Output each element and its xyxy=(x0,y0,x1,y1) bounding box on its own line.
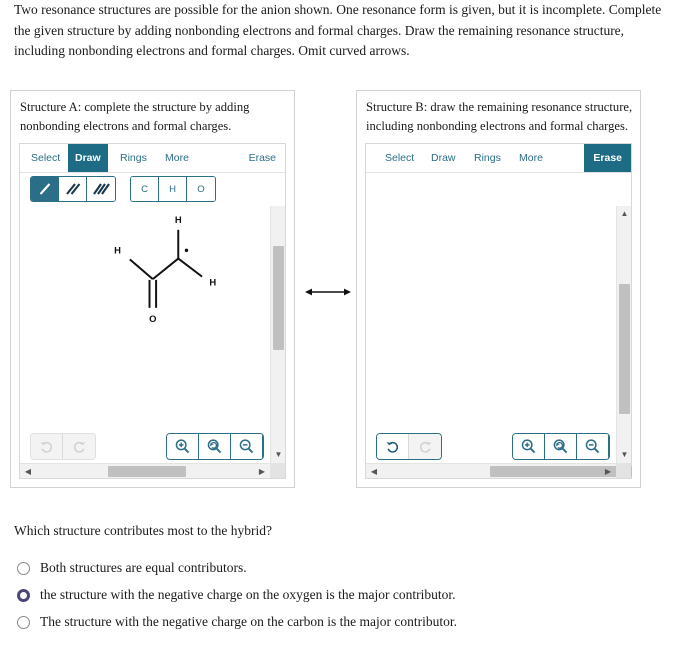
scroll-left-arrow-a[interactable]: ◀ xyxy=(22,464,34,479)
zoom-group-b xyxy=(512,433,610,460)
scroll-right-arrow-a[interactable]: ▶ xyxy=(256,464,268,479)
zoom-in-icon xyxy=(175,439,190,454)
structure-a-canvas[interactable]: H H H O xyxy=(20,206,270,431)
zoom-reset-button-b[interactable] xyxy=(545,434,577,459)
radio-option-oxygen[interactable] xyxy=(17,588,30,602)
question-prompt: Two resonance structures are possible fo… xyxy=(14,2,662,58)
resonance-arrow xyxy=(303,281,353,303)
menu-more-b[interactable]: More xyxy=(512,144,550,172)
option-row-oxygen[interactable]: the structure with the negative charge o… xyxy=(17,584,456,606)
double-bond-tool-a[interactable] xyxy=(59,177,87,201)
structure-a-vscrollbar[interactable]: ▼ xyxy=(270,206,285,463)
structure-a-hscrollbar[interactable]: ◀ ▶ xyxy=(20,463,270,478)
menu-erase-b[interactable]: Erase xyxy=(584,144,631,172)
undo-button-a[interactable] xyxy=(31,434,63,459)
menu-rings-b[interactable]: Rings xyxy=(467,144,508,172)
atom-label-h-right: H xyxy=(209,278,216,289)
redo-icon xyxy=(419,441,431,453)
structure-b-menubar: Select Draw Rings More Erase xyxy=(366,144,631,173)
element-tool-o-a[interactable]: O xyxy=(187,177,215,201)
option-label-equal: Both structures are equal contributors. xyxy=(40,560,247,575)
menu-draw-b[interactable]: Draw xyxy=(424,144,463,172)
scroll-down-arrow-b[interactable]: ▼ xyxy=(617,449,632,461)
zoom-reset-button-a[interactable] xyxy=(199,434,231,459)
option-label-oxygen: the structure with the negative charge o… xyxy=(40,587,456,602)
scroll-right-arrow-b[interactable]: ▶ xyxy=(602,464,614,479)
triple-bond-tool-a[interactable] xyxy=(87,177,115,201)
structure-b-hscrollbar[interactable]: ◀ ▶ xyxy=(366,463,632,479)
hscroll-thumb-a[interactable] xyxy=(108,466,186,477)
zoom-out-button-b[interactable] xyxy=(577,434,609,459)
scroll-up-arrow-b[interactable]: ▲ xyxy=(617,208,632,220)
redo-icon xyxy=(73,441,85,453)
zoom-in-button-b[interactable] xyxy=(513,434,545,459)
scroll-left-arrow-b[interactable]: ◀ xyxy=(368,464,380,479)
structure-a-menubar: Select Draw Rings More Erase xyxy=(20,144,285,173)
zoom-group-a xyxy=(166,433,264,460)
structure-a-editor: Select Draw Rings More Erase C H O H H H… xyxy=(19,143,286,479)
element-tool-c-a[interactable]: C xyxy=(131,177,159,201)
structure-b-panel: Structure B: draw the remaining resonanc… xyxy=(356,90,641,488)
double-bond-icon xyxy=(65,183,80,195)
zoom-in-button-a[interactable] xyxy=(167,434,199,459)
vscroll-thumb-b[interactable] xyxy=(619,284,630,414)
option-row-carbon[interactable]: The structure with the negative charge o… xyxy=(17,611,457,633)
history-group-b xyxy=(376,433,442,460)
vscroll-thumb-a[interactable] xyxy=(273,246,284,350)
structure-a-toolrow: C H O xyxy=(20,173,285,206)
structure-b-canvas[interactable] xyxy=(366,206,616,431)
radio-option-equal[interactable] xyxy=(17,561,30,575)
scroll-corner-b xyxy=(616,463,631,478)
zoom-out-icon xyxy=(585,439,600,454)
single-bond-icon xyxy=(39,183,50,195)
menu-more-a[interactable]: More xyxy=(158,144,196,172)
zoom-in-icon xyxy=(521,439,536,454)
atom-label-h-left: H xyxy=(114,246,121,257)
double-headed-arrow-icon xyxy=(305,288,351,296)
scroll-down-arrow-a[interactable]: ▼ xyxy=(271,449,286,461)
zoom-reset-icon xyxy=(207,439,222,454)
structure-b-vscrollbar[interactable]: ▲ ▼ xyxy=(616,206,631,463)
structure-b-actionbar xyxy=(366,431,616,463)
menu-rings-a[interactable]: Rings xyxy=(113,144,154,172)
undo-icon xyxy=(40,441,52,453)
structure-a-actionbar xyxy=(20,431,270,463)
bond-tool-group-a xyxy=(30,176,116,202)
lone-electron-dot xyxy=(184,248,189,253)
hybrid-question-label: Which structure contributes most to the … xyxy=(14,523,272,538)
menu-select-b[interactable]: Select xyxy=(378,144,421,172)
structure-a-panel: Structure A: complete the structure by a… xyxy=(10,90,295,488)
redo-button-b[interactable] xyxy=(409,434,441,459)
structure-a-caption: Structure A: complete the structure by a… xyxy=(20,100,250,133)
scroll-corner-a xyxy=(270,463,285,478)
triple-bond-icon xyxy=(93,183,110,195)
undo-icon xyxy=(386,441,399,453)
structure-b-caption: Structure B: draw the remaining resonanc… xyxy=(366,100,633,133)
undo-button-b[interactable] xyxy=(377,434,409,459)
element-tool-h-a[interactable]: H xyxy=(159,177,187,201)
single-bond-tool-a[interactable] xyxy=(31,177,59,201)
history-group-a xyxy=(30,433,96,460)
zoom-reset-icon xyxy=(553,439,568,454)
atom-label-o: O xyxy=(149,314,156,325)
molecule-drawing-a: H H H O xyxy=(114,215,216,325)
menu-draw-a[interactable]: Draw xyxy=(68,144,108,172)
radio-option-carbon[interactable] xyxy=(17,615,30,629)
option-row-equal[interactable]: Both structures are equal contributors. xyxy=(17,557,247,579)
redo-button-a[interactable] xyxy=(63,434,95,459)
atom-label-h-top: H xyxy=(175,215,182,226)
menu-erase-a[interactable]: Erase xyxy=(240,144,285,172)
structure-b-editor: Select Draw Rings More Erase ▲ ▼ ◀ ▶ xyxy=(365,143,632,479)
element-tool-group-a: C H O xyxy=(130,176,216,202)
zoom-out-button-a[interactable] xyxy=(231,434,263,459)
option-label-carbon: The structure with the negative charge o… xyxy=(40,614,457,629)
menu-select-a[interactable]: Select xyxy=(24,144,67,172)
zoom-out-icon xyxy=(239,439,254,454)
